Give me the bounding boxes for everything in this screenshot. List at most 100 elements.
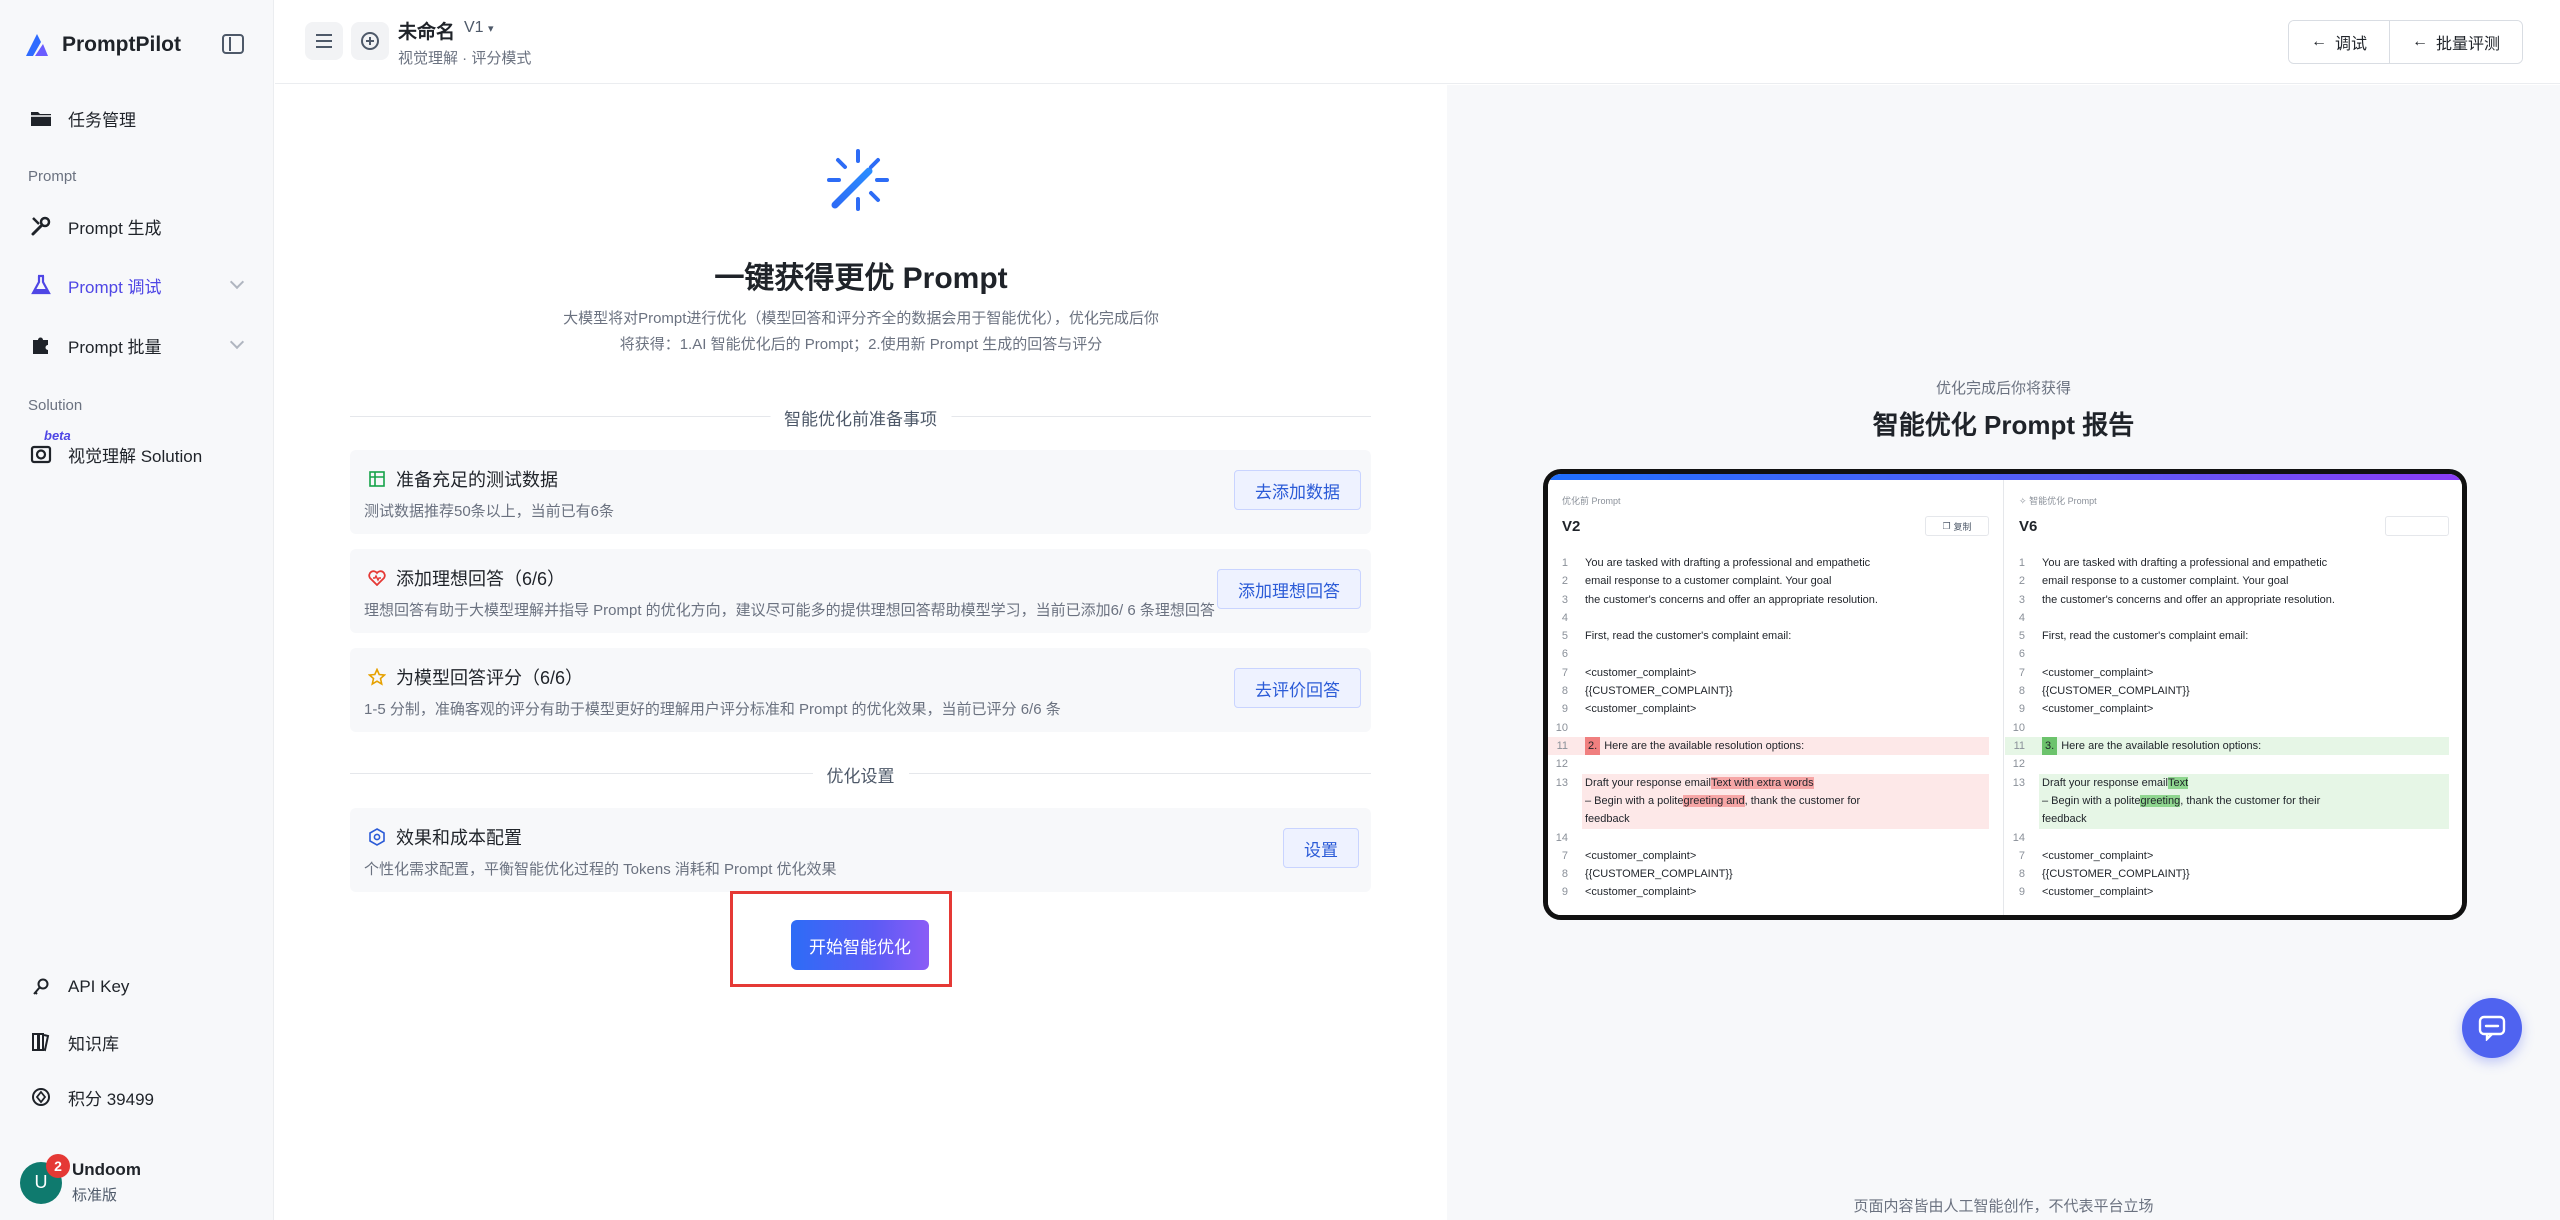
batch-eval-button[interactable]: ← 批量评测: [2388, 21, 2522, 63]
add-ideal-answer-button[interactable]: 添加理想回答: [1217, 569, 1361, 609]
prep-title: 智能优化前准备事项: [770, 405, 951, 430]
after-pane: ✧ 智能优化 Prompt V6 1 You are tasked with dr…: [2005, 480, 2462, 915]
line-number: 3: [1561, 593, 1568, 606]
code-after: 1 You are tasked with drafting a professi…: [2005, 554, 2462, 902]
code-line: 14: [2005, 829, 2462, 847]
copy-button[interactable]: ❐ 复制: [1925, 516, 1989, 536]
sidebar-item-api-key[interactable]: API Key: [14, 963, 260, 1011]
pane-label: ✧ 智能优化 Prompt: [2019, 494, 2097, 507]
chevron-down-icon[interactable]: [229, 274, 245, 290]
sidebar-item-label: 视觉理解 Solution: [68, 446, 203, 466]
preview-title: 智能优化 Prompt 报告: [1872, 410, 2135, 440]
flask-icon: [28, 272, 54, 298]
code-line: 8 {{CUSTOMER_COMPLAINT}}: [1548, 865, 2003, 883]
code-before: 1 You are tasked with drafting a professi…: [1548, 554, 2003, 902]
user-profile[interactable]: U 2 Undoom 标准版: [20, 1153, 141, 1205]
sidebar-item-knowledge[interactable]: 知识库: [14, 1018, 260, 1066]
code-text: Draft your response email: [1585, 776, 1711, 789]
code-line: 6: [2005, 645, 2462, 663]
line-number: 8: [2018, 868, 2025, 881]
card-title-text: 效果和成本配置: [396, 828, 522, 848]
line-number: 2: [1561, 575, 1568, 588]
main-desc-line2: 将获得：1.AI 智能优化后的 Prompt；2.使用新 Prompt 生成的回…: [619, 336, 1103, 353]
card-desc: 个性化需求配置，平衡智能优化过程的 Tokens 消耗和 Prompt 优化效果: [364, 861, 837, 878]
line-number: 14: [1555, 831, 1568, 844]
notification-badge: 2: [46, 1153, 70, 1178]
code-text: {{CUSTOMER_COMPLAINT}}: [1585, 868, 1733, 881]
folder-icon: [28, 105, 54, 131]
version-select[interactable]: V1 ▾: [464, 19, 494, 37]
avatar[interactable]: U 2: [20, 1153, 70, 1204]
section-label-solution: Solution: [28, 397, 83, 414]
plus-circle-icon[interactable]: [351, 22, 389, 60]
menu-icon[interactable]: [305, 22, 343, 60]
diff-added: Text: [2167, 776, 2189, 789]
line-number: 9: [1561, 886, 1568, 899]
diff-removed: greeting and: [1683, 794, 1745, 807]
code-line: 2 email response to a customer complaint.…: [2005, 572, 2462, 590]
copy-icon: ❐: [1942, 520, 1951, 531]
line-number: 4: [1561, 611, 1568, 624]
code-line: 3 the customer's concerns and offer an ap…: [1548, 591, 2003, 609]
settings-button[interactable]: 设置: [1283, 828, 1359, 868]
user-name: Undoom: [72, 1160, 141, 1179]
sidebar-toggle-icon[interactable]: [222, 34, 244, 54]
chevron-down-icon[interactable]: [229, 334, 245, 350]
diff-added: greeting: [2140, 794, 2181, 807]
copy-button[interactable]: [2385, 516, 2449, 536]
before-pane: 优化前 Prompt V2 ❐ 复制 1 You are tasked with …: [1548, 480, 2004, 915]
promptpilot-logo-icon: [26, 34, 48, 56]
sidebar-item-prompt-batch[interactable]: Prompt 批量: [14, 321, 260, 369]
code-line: 7 <customer_complaint>: [2005, 847, 2462, 865]
line-number: 10: [2012, 721, 2025, 734]
book-icon: [28, 1029, 54, 1055]
table-icon: [368, 470, 386, 488]
arrow-left-icon: ←: [2310, 33, 2327, 50]
code-line: 8 {{CUSTOMER_COMPLAINT}}: [2005, 682, 2462, 700]
sidebar-item-credits[interactable]: 积分 39499: [14, 1073, 260, 1121]
code-line: 10: [2005, 719, 2462, 737]
prep-card-rating: 为模型回答评分（6/6） 1-5 分制，准确客观的评分有助于模型更好的理解用户评…: [350, 648, 1371, 732]
diff-block: 13 Draft your response emailText – Begin …: [2013, 773, 2449, 829]
add-data-button[interactable]: 去添加数据: [1234, 470, 1361, 510]
line-number: 9: [2018, 703, 2025, 716]
puzzle-icon: [28, 332, 54, 358]
code-line: 12: [2005, 755, 2462, 773]
sidebar-item-prompt-debug[interactable]: Prompt 调试: [14, 261, 260, 309]
line-number: 2: [2018, 575, 2025, 588]
code-line: 9 <customer_complaint>: [1548, 883, 2003, 901]
card-title-text: 为模型回答评分（6/6）: [396, 668, 584, 688]
sidebar: PromptPilot 任务管理 Prompt Prompt 生成 Prompt…: [0, 0, 274, 1220]
line-number: 6: [1561, 648, 1568, 661]
magic-spark-icon: [827, 149, 889, 211]
pane-version: V6: [2019, 518, 2038, 535]
code-line: 8 {{CUSTOMER_COMPLAINT}}: [2005, 865, 2462, 883]
chat-icon[interactable]: [2462, 998, 2522, 1058]
page-subtitle: 视觉理解 · 评分模式: [398, 50, 532, 67]
card-desc: 理想回答有助于大模型理解并指导 Prompt 的优化方向，建议尽可能多的提供理想…: [364, 602, 1215, 619]
code-text: You are tasked with drafting a professio…: [1585, 557, 1871, 569]
rate-answers-button[interactable]: 去评价回答: [1234, 668, 1361, 708]
code-text: First, read the customer's complaint ema…: [1585, 630, 1792, 643]
code-text: – Begin with a polite: [2042, 794, 2141, 807]
debug-button[interactable]: ← 调试: [2288, 21, 2389, 63]
sidebar-item-prompt-generate[interactable]: Prompt 生成: [14, 202, 260, 250]
sidebar-item-label: API Key: [68, 977, 130, 996]
code-line: 2 email response to a customer complaint.…: [1548, 572, 2003, 590]
start-optimize-button[interactable]: 开始智能优化: [791, 920, 929, 970]
sidebar-item-tasks[interactable]: 任务管理: [14, 94, 260, 142]
code-line: 11 3. Here are the available resolution op…: [2005, 736, 2449, 756]
code-text: , thank the customer for their: [2180, 794, 2321, 807]
line-number: 5: [2018, 630, 2025, 643]
line-number: 13: [2012, 776, 2025, 789]
code-line: 7 <customer_complaint>: [2005, 664, 2462, 682]
sidebar-item-vision-solution[interactable]: 视觉理解 Solution: [14, 430, 260, 478]
code-line: 1 You are tasked with drafting a professi…: [1548, 554, 2003, 572]
page-title: 未命名: [398, 22, 456, 43]
card-desc: 测试数据推荐50条以上，当前已有6条: [364, 503, 615, 520]
code-line: 8 {{CUSTOMER_COMPLAINT}}: [1548, 682, 2003, 700]
key-icon: [28, 974, 54, 1000]
logo[interactable]: PromptPilot: [22, 30, 181, 60]
camera-icon: [28, 441, 54, 467]
code-text: <customer_complaint>: [2042, 666, 2154, 679]
